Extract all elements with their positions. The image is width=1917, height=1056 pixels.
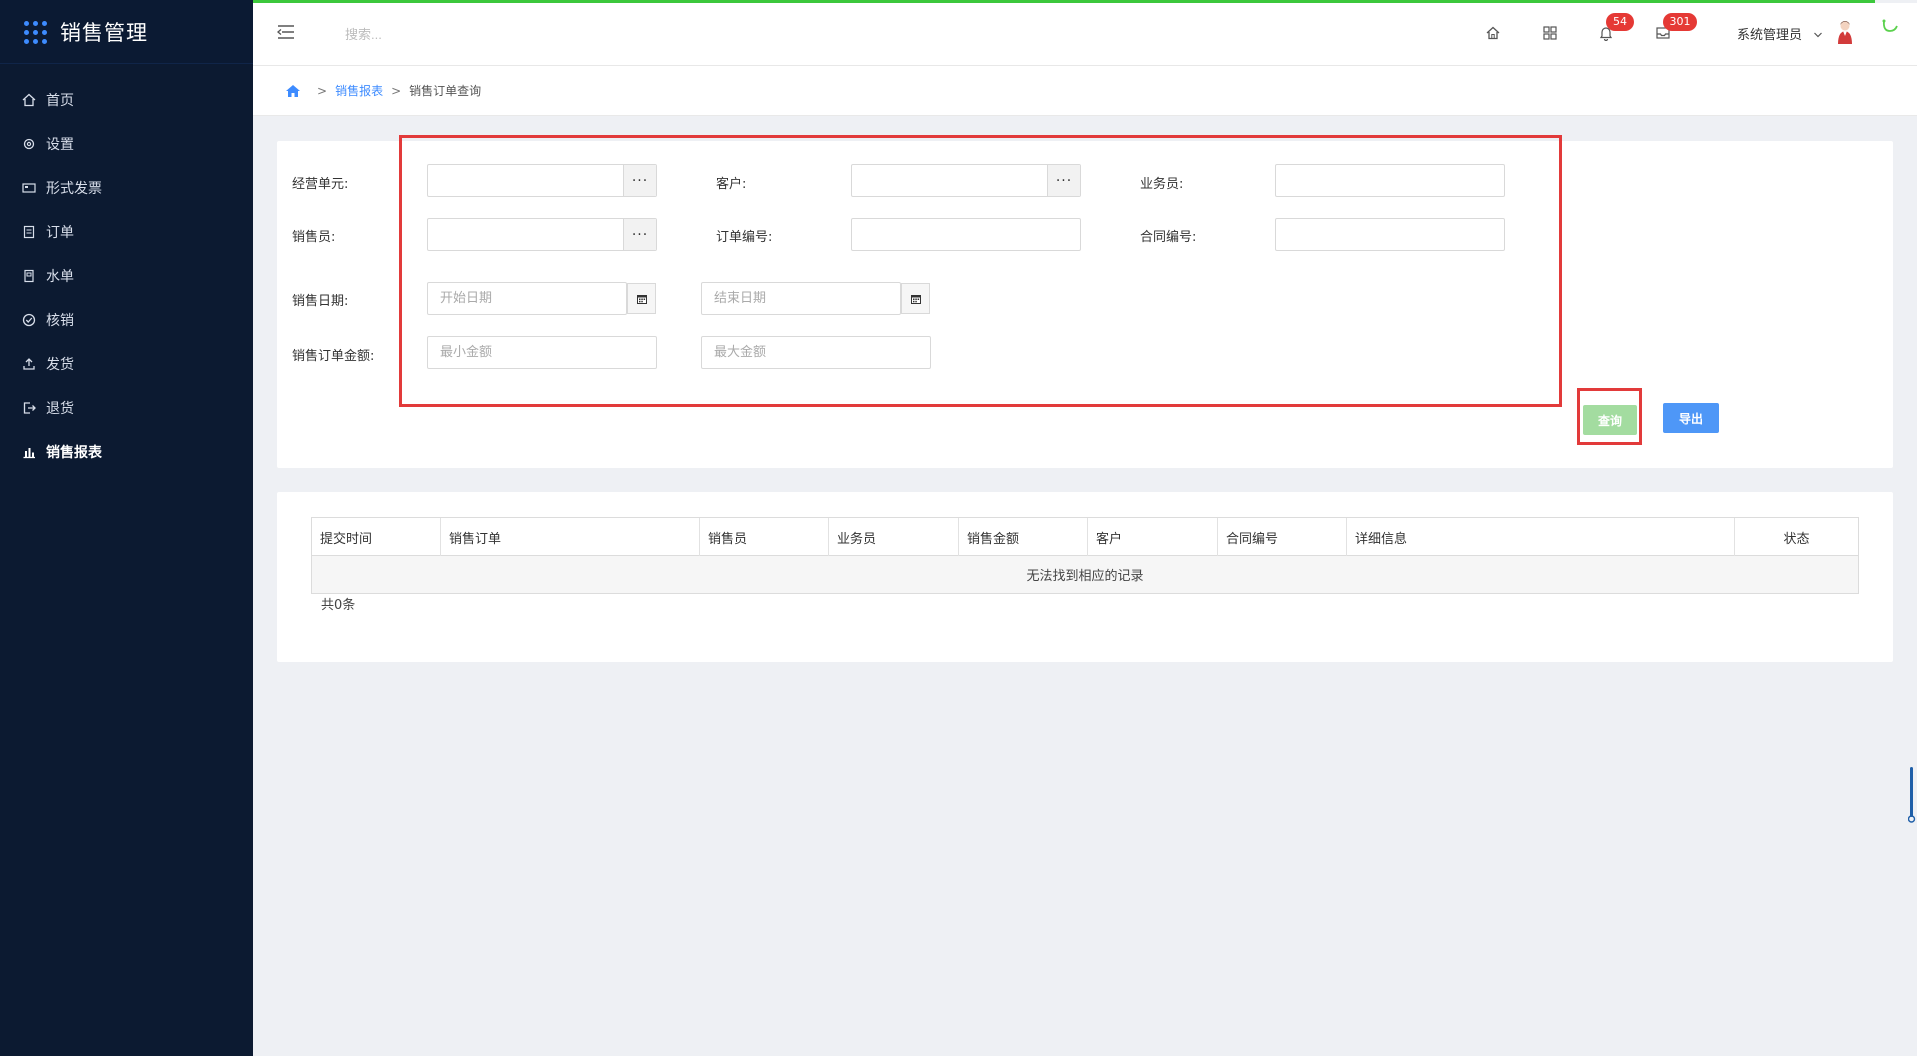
user-name[interactable]: 系统管理员 (1737, 24, 1802, 43)
sidebar-item-home[interactable]: 首页 (0, 78, 253, 122)
search-input[interactable] (343, 21, 603, 47)
sidebar-item-settings[interactable]: 设置 (0, 122, 253, 166)
breadcrumb-current: 销售订单查询 (409, 84, 482, 98)
return-icon (22, 401, 36, 415)
sidebar-item-receipts[interactable]: 水单 (0, 254, 253, 298)
apps-icon[interactable] (1540, 23, 1560, 43)
results-panel: 提交时间 销售订单 销售员 业务员 销售金额 客户 合同编号 详细信息 状态 无… (277, 492, 1893, 662)
export-button[interactable]: 导出 (1663, 403, 1719, 433)
breadcrumb: > 销售报表 > 销售订单查询 (253, 66, 1917, 116)
bar-chart-icon (22, 445, 36, 459)
breadcrumb-sales-report[interactable]: 销售报表 (335, 82, 383, 99)
sidebar-item-orders[interactable]: 订单 (0, 210, 253, 254)
apps-grid-icon (24, 20, 47, 44)
home-icon[interactable] (1483, 23, 1503, 43)
column-seller[interactable]: 销售员 (700, 518, 829, 556)
sidebar-item-sales-report[interactable]: 销售报表 (0, 430, 253, 474)
seller-label: 销售员: (292, 230, 336, 245)
column-amount[interactable]: 销售金额 (959, 518, 1088, 556)
table-header: 提交时间 销售订单 销售员 业务员 销售金额 客户 合同编号 详细信息 状态 (312, 518, 1858, 556)
sidebar-item-label: 水单 (46, 269, 74, 285)
app-title: 销售管理 (60, 20, 148, 45)
sidebar-item-label: 核销 (46, 313, 74, 329)
filter-highlight-frame (399, 135, 1562, 407)
messages-badge: 301 (1663, 13, 1697, 31)
column-status[interactable]: 状态 (1735, 518, 1858, 556)
sidebar-item-label: 发货 (46, 357, 74, 373)
empty-message: 无法找到相应的记录 (312, 556, 1858, 593)
sidebar-item-label: 设置 (46, 137, 74, 153)
check-circle-icon (22, 313, 36, 327)
sidebar-item-label: 订单 (46, 225, 74, 241)
chevron-down-icon[interactable] (1812, 26, 1824, 38)
column-contract-no[interactable]: 合同编号 (1218, 518, 1347, 556)
avatar[interactable] (1835, 19, 1855, 45)
column-salesman[interactable]: 业务员 (829, 518, 959, 556)
order-icon (22, 225, 36, 239)
home-icon[interactable] (285, 84, 301, 98)
sidebar-nav: 首页 设置 形式发票 订单 水单 核销 发货 退货 销售报表 (0, 78, 253, 474)
query-button[interactable]: 查询 (1583, 405, 1637, 435)
sidebar-item-shipping[interactable]: 发货 (0, 342, 253, 386)
breadcrumb-separator: > (391, 83, 402, 98)
column-customer[interactable]: 客户 (1088, 518, 1218, 556)
sidebar-item-label: 首页 (46, 93, 74, 109)
scrollbar-thumb[interactable] (1907, 767, 1916, 823)
breadcrumb-separator: > (317, 83, 328, 98)
sidebar-item-label: 销售报表 (46, 445, 102, 461)
gear-icon (22, 137, 36, 151)
inbox-icon[interactable]: 301 (1653, 13, 1697, 43)
amount-label: 销售订单金额: (292, 349, 375, 364)
sidebar-item-label: 形式发票 (46, 181, 102, 197)
sidebar-item-returns[interactable]: 退货 (0, 386, 253, 430)
receipt-icon (22, 269, 36, 283)
sidebar-item-writeoff[interactable]: 核销 (0, 298, 253, 342)
bell-icon[interactable]: 54 (1596, 13, 1634, 43)
column-sales-order[interactable]: 销售订单 (441, 518, 700, 556)
sidebar: 销售管理 首页 设置 形式发票 订单 水单 核销 发货 退货 销售报表 (0, 0, 253, 1056)
menu-toggle-icon[interactable] (276, 23, 296, 41)
column-details[interactable]: 详细信息 (1347, 518, 1735, 556)
brand[interactable]: 销售管理 (0, 0, 253, 64)
sidebar-item-label: 退货 (46, 401, 74, 417)
sidebar-item-proforma-invoice[interactable]: 形式发票 (0, 166, 253, 210)
invoice-icon (22, 181, 36, 195)
business-unit-label: 经营单元: (292, 177, 349, 192)
top-header: 54 301 系统管理员 (253, 3, 1917, 66)
column-submit-time[interactable]: 提交时间 (312, 518, 441, 556)
total-count: 共0条 (321, 598, 356, 613)
upload-icon (22, 357, 36, 371)
notifications-badge: 54 (1606, 13, 1634, 31)
sale-date-label: 销售日期: (292, 294, 349, 309)
results-table: 提交时间 销售订单 销售员 业务员 销售金额 客户 合同编号 详细信息 状态 无… (311, 517, 1859, 594)
spinner-icon (1881, 17, 1899, 39)
home-icon (22, 93, 36, 107)
